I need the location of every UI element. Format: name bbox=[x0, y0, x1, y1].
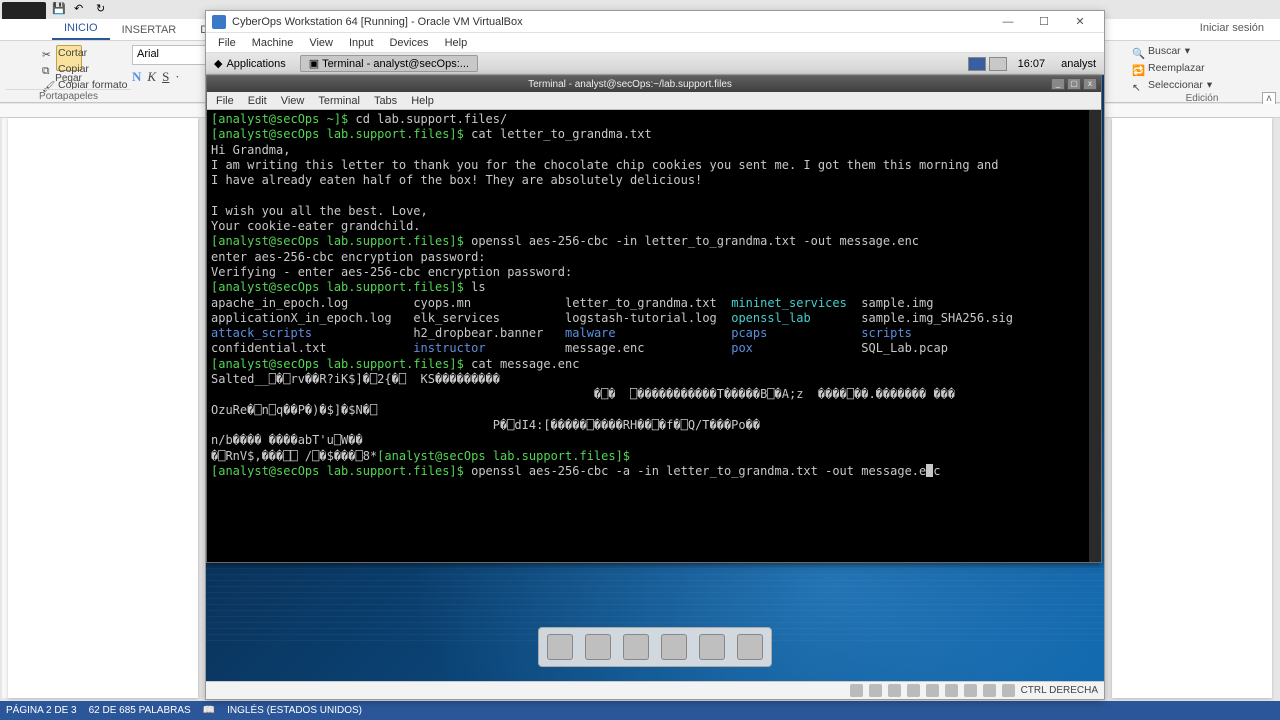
underline-button[interactable]: S bbox=[162, 69, 169, 85]
virtualbox-icon bbox=[212, 15, 226, 29]
tmenu-file[interactable]: File bbox=[209, 94, 241, 108]
quick-access-toolbar: 💾 ↶ ↻ bbox=[52, 2, 110, 16]
workspace-2[interactable] bbox=[989, 57, 1007, 71]
save-icon[interactable]: 💾 bbox=[52, 2, 66, 16]
status-shared-icon[interactable] bbox=[945, 684, 958, 697]
taskbar-terminal[interactable]: ▣ Terminal - analyst@secOps:... bbox=[300, 55, 478, 72]
terminal-scrollbar[interactable] bbox=[1089, 110, 1101, 562]
maximize-button[interactable]: ☐ bbox=[1026, 12, 1062, 32]
status-language[interactable]: INGLÉS (ESTADOS UNIDOS) bbox=[227, 705, 362, 716]
replace-icon: 🔁 bbox=[1132, 63, 1144, 75]
terminal-titlebar[interactable]: Terminal - analyst@secOps:~/lab.support.… bbox=[207, 76, 1101, 92]
status-optical-icon[interactable] bbox=[869, 684, 882, 697]
replace-button[interactable]: 🔁Reemplazar bbox=[1132, 60, 1272, 77]
find-button[interactable]: 🔍Buscar ▾ bbox=[1132, 43, 1272, 60]
terminal-maximize-button[interactable]: ▢ bbox=[1067, 78, 1081, 90]
menu-devices[interactable]: Devices bbox=[381, 35, 436, 51]
status-mouse-icon[interactable] bbox=[1002, 684, 1015, 697]
document-page-left[interactable] bbox=[8, 118, 198, 698]
dock-browser-icon[interactable] bbox=[661, 634, 687, 660]
status-display-icon[interactable] bbox=[964, 684, 977, 697]
vbox-titlebar[interactable]: CyberOps Workstation 64 [Running] - Orac… bbox=[206, 11, 1104, 33]
italic-button[interactable]: K bbox=[147, 69, 156, 85]
vbox-title-text: CyberOps Workstation 64 [Running] - Orac… bbox=[232, 16, 990, 28]
guest-display[interactable]: ◆Applications ▣ Terminal - analyst@secOp… bbox=[206, 53, 1104, 681]
vbox-menubar: File Machine View Input Devices Help bbox=[206, 33, 1104, 53]
dock-editor-icon[interactable] bbox=[623, 634, 649, 660]
redo-icon[interactable]: ↻ bbox=[96, 2, 110, 16]
editing-group: 🔍Buscar ▾ 🔁Reemplazar ↖Seleccionar ▾ bbox=[1132, 43, 1272, 94]
tab-inicio[interactable]: INICIO bbox=[52, 18, 110, 40]
virtualbox-window: CyberOps Workstation 64 [Running] - Orac… bbox=[205, 10, 1105, 700]
signin-link[interactable]: Iniciar sesión bbox=[1200, 22, 1264, 34]
terminal-output[interactable]: [analyst@secOps ~]$ cd lab.support.files… bbox=[207, 110, 1101, 562]
terminal-close-button[interactable]: x bbox=[1083, 78, 1097, 90]
clipboard-group-label: Portapapeles bbox=[6, 89, 131, 102]
status-page[interactable]: PÁGINA 2 DE 3 bbox=[6, 705, 77, 716]
terminal-minimize-button[interactable]: _ bbox=[1051, 78, 1065, 90]
clipboard-group: Pegar ✂Cortar ⧉Copiar 🖌Copiar formato Po… bbox=[6, 43, 131, 101]
menu-help[interactable]: Help bbox=[437, 35, 476, 51]
close-button[interactable]: ✕ bbox=[1062, 12, 1098, 32]
status-recording-icon[interactable] bbox=[983, 684, 996, 697]
panel-clock[interactable]: 16:07 bbox=[1010, 58, 1054, 70]
editing-group-label: Edición bbox=[1132, 93, 1272, 104]
menu-view[interactable]: View bbox=[301, 35, 341, 51]
vbox-status-bar: CTRL DERECHA bbox=[206, 681, 1104, 699]
menu-machine[interactable]: Machine bbox=[244, 35, 302, 51]
status-network-icon[interactable] bbox=[907, 684, 920, 697]
terminal-title-text: Terminal - analyst@secOps:~/lab.support.… bbox=[211, 79, 1049, 90]
terminal-icon: ▣ bbox=[309, 58, 319, 70]
tmenu-edit[interactable]: Edit bbox=[241, 94, 274, 108]
status-usb-icon[interactable] bbox=[926, 684, 939, 697]
tmenu-tabs[interactable]: Tabs bbox=[367, 94, 404, 108]
strike-button[interactable]: · bbox=[175, 69, 179, 85]
tab-insertar[interactable]: INSERTAR bbox=[110, 20, 189, 40]
host-key-indicator[interactable]: CTRL DERECHA bbox=[1021, 685, 1098, 696]
status-words[interactable]: 62 DE 685 PALABRAS bbox=[89, 705, 191, 716]
status-hdd-icon[interactable] bbox=[850, 684, 863, 697]
undo-icon[interactable]: ↶ bbox=[74, 2, 88, 16]
copy-button[interactable]: ⧉Copiar bbox=[42, 61, 127, 77]
copy-icon: ⧉ bbox=[42, 63, 54, 75]
terminal-window: Terminal - analyst@secOps:~/lab.support.… bbox=[206, 75, 1102, 563]
dock-folder-icon[interactable] bbox=[737, 634, 763, 660]
dock-terminal-icon[interactable] bbox=[585, 634, 611, 660]
minimize-button[interactable]: — bbox=[990, 12, 1026, 32]
select-button[interactable]: ↖Seleccionar ▾ bbox=[1132, 77, 1272, 94]
bold-button[interactable]: N bbox=[132, 69, 141, 85]
xfce-logo-icon: ◆ bbox=[214, 57, 222, 70]
terminal-menubar: File Edit View Terminal Tabs Help bbox=[207, 92, 1101, 110]
workspace-1[interactable] bbox=[968, 57, 986, 71]
tmenu-terminal[interactable]: Terminal bbox=[311, 94, 367, 108]
applications-menu[interactable]: ◆Applications bbox=[206, 55, 294, 72]
status-audio-icon[interactable] bbox=[888, 684, 901, 697]
xfce-dock bbox=[538, 627, 772, 667]
xfce-top-panel: ◆Applications ▣ Terminal - analyst@secOp… bbox=[206, 53, 1104, 75]
word-status-bar: PÁGINA 2 DE 3 62 DE 685 PALABRAS 📖 INGLÉ… bbox=[0, 701, 1280, 720]
tmenu-view[interactable]: View bbox=[274, 94, 312, 108]
menu-file[interactable]: File bbox=[210, 35, 244, 51]
dock-search-icon[interactable] bbox=[699, 634, 725, 660]
scissors-icon: ✂ bbox=[42, 47, 54, 59]
status-spellcheck-icon[interactable]: 📖 bbox=[203, 705, 215, 716]
cut-button[interactable]: ✂Cortar bbox=[42, 45, 127, 61]
menu-input[interactable]: Input bbox=[341, 35, 381, 51]
dock-files-icon[interactable] bbox=[547, 634, 573, 660]
panel-user[interactable]: analyst bbox=[1053, 58, 1104, 70]
search-icon: 🔍 bbox=[1132, 46, 1144, 58]
tmenu-help[interactable]: Help bbox=[404, 94, 441, 108]
document-page-right[interactable] bbox=[1112, 118, 1272, 698]
cursor-icon: ↖ bbox=[1132, 80, 1144, 92]
